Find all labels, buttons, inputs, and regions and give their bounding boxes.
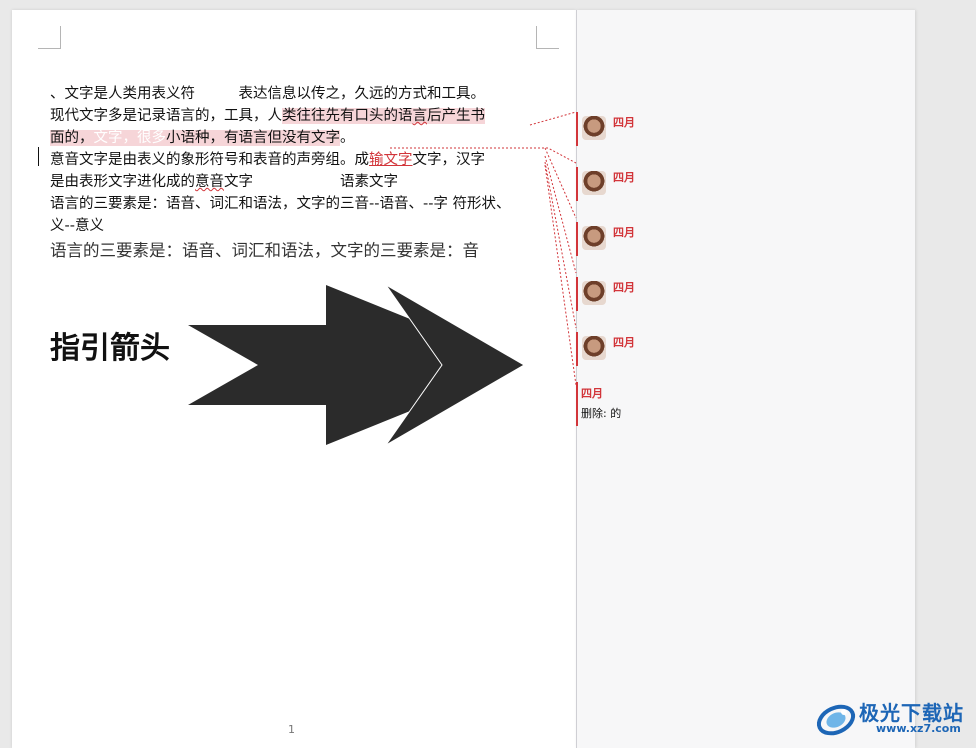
document-page[interactable]: 、文字是人类用表义符 表达信息以传之，久远的方式和工具。 现代文字多是记录语言的…	[12, 10, 576, 748]
spellcheck-text-run[interactable]: 言	[412, 108, 427, 124]
user-avatar-icon	[582, 116, 606, 140]
text-cursor	[38, 147, 39, 166]
commented-text-run[interactable]: 面的，	[50, 130, 94, 146]
revision-bar	[576, 167, 578, 201]
user-avatar-icon	[582, 336, 606, 360]
inserted-text-run[interactable]: 输文字	[369, 152, 413, 168]
comment-balloon[interactable]: 四月	[576, 332, 656, 366]
text-run: 现代文字多是记录语言的，工具，人	[50, 108, 282, 124]
comment-balloon[interactable]: 四月	[576, 167, 656, 201]
paragraph-line-4[interactable]: 意音文字是由表义的象形符号和表音的声旁组。成输文字文字，汉字	[50, 149, 485, 171]
jiguang-logo-icon	[816, 704, 856, 736]
revision-bar	[576, 332, 578, 366]
text-run: 文字 语素文字	[224, 174, 398, 190]
comment-author: 四月	[613, 226, 635, 239]
revision-bar	[576, 382, 578, 426]
paragraph-line-6[interactable]: 语言的三要素是：语音、词汇和语法，文字的三音--语音、--字 符形状、	[50, 193, 511, 215]
text-run: 意音文字是由表义的象形符号和表音的声旁组。成	[50, 152, 369, 168]
text-run: 文字，汉字	[412, 152, 486, 168]
deletion-text: 删除: 的	[581, 407, 622, 420]
margin-corner-top-left	[38, 26, 61, 49]
text-run: 。	[340, 130, 355, 146]
paragraph-line-3[interactable]: 面的，文字，很多小语种，有语言但没有文字。	[50, 127, 355, 149]
double-arrow-shape[interactable]	[188, 285, 538, 450]
paragraph-line-2[interactable]: 现代文字多是记录语言的，工具，人类往往先有口头的语言后产生书	[50, 105, 485, 127]
white-text-run[interactable]: 文字，很多	[93, 130, 166, 146]
watermark-url: www.xz7.com	[876, 722, 961, 735]
comment-author: 四月	[613, 171, 635, 184]
heading-text[interactable]: 指引箭头	[50, 323, 170, 367]
comment-author: 四月	[613, 116, 635, 129]
paragraph-line-7[interactable]: 义--意义	[50, 215, 104, 237]
user-avatar-icon	[582, 171, 606, 195]
revision-bar	[576, 222, 578, 256]
deletion-balloon[interactable]: 四月 删除: 的	[576, 382, 696, 426]
comment-author: 四月	[613, 336, 635, 349]
text-run: 是由表形文字进化成的	[50, 174, 195, 190]
comment-balloon[interactable]: 四月	[576, 222, 656, 256]
commented-text-run[interactable]: 小语种，有语言但没有文字	[166, 130, 340, 146]
commented-text-run[interactable]: 后产生书	[427, 108, 485, 124]
spellcheck-text-run[interactable]: 意音	[195, 174, 224, 190]
user-avatar-icon	[582, 281, 606, 305]
page-number: 1	[288, 723, 295, 736]
revision-bar	[576, 277, 578, 311]
paragraph-line-1[interactable]: 、文字是人类用表义符 表达信息以传之，久远的方式和工具。	[50, 83, 485, 105]
commented-text-run[interactable]: 类往往先有口头的语	[282, 108, 413, 124]
margin-corner-top-right	[536, 26, 559, 49]
comment-balloon[interactable]: 四月	[576, 277, 656, 311]
paragraph-line-5[interactable]: 是由表形文字进化成的意音文字 语素文字	[50, 171, 398, 193]
comment-balloon[interactable]: 四月	[576, 112, 656, 146]
comment-author: 四月	[613, 281, 635, 294]
revision-bar	[576, 112, 578, 146]
site-watermark: 极光下载站 www.xz7.com	[814, 694, 974, 744]
paragraph-line-8[interactable]: 语言的三要素是：语音、词汇和语法，文字的三要素是：音	[50, 237, 479, 261]
deletion-author: 四月	[581, 387, 603, 400]
user-avatar-icon	[582, 226, 606, 250]
